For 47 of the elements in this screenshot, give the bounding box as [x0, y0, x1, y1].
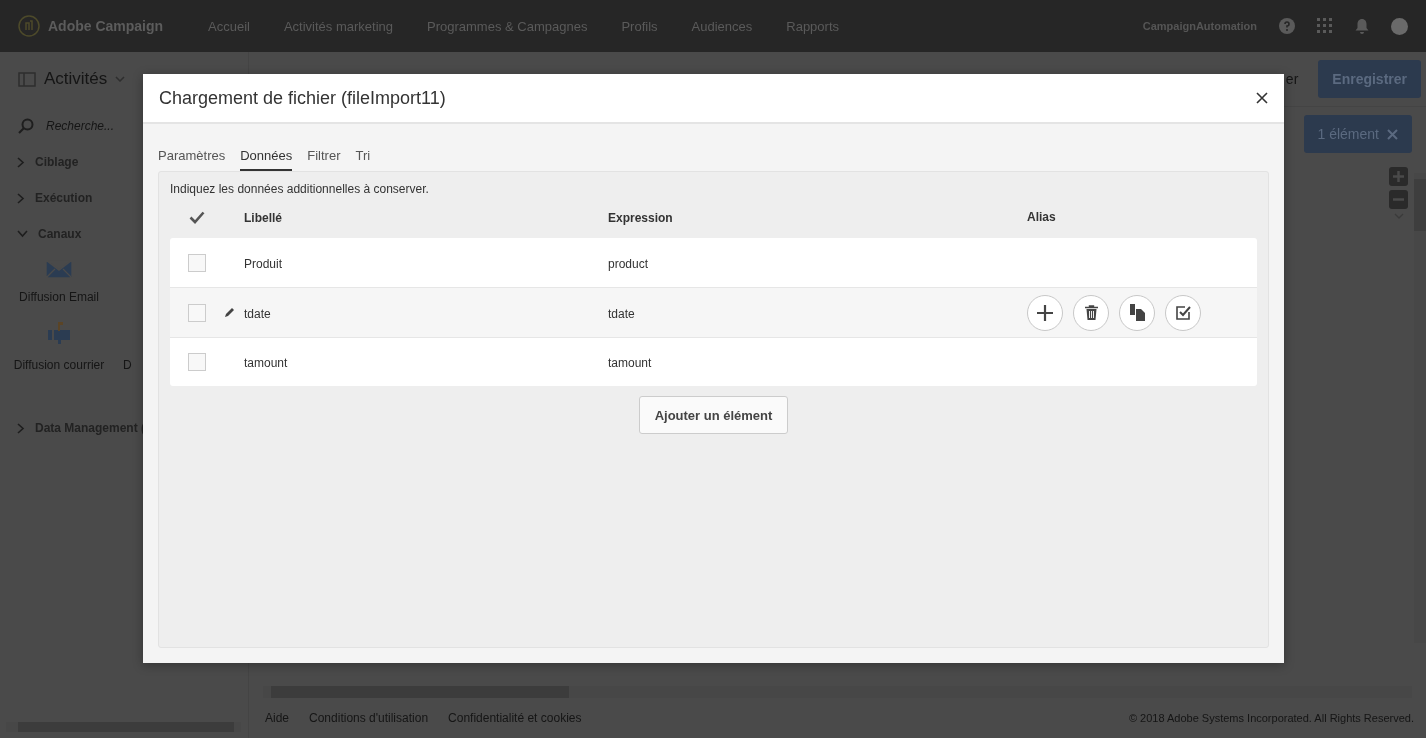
checkbox[interactable] — [188, 253, 206, 272]
chevron-right-icon[interactable] — [17, 156, 25, 168]
tab[interactable]: Filtrer — [307, 148, 341, 171]
help-icon[interactable] — [1279, 18, 1295, 34]
copy-icon — [1129, 304, 1145, 321]
dialog-title: Chargement de fichier (fileImport11) — [159, 87, 446, 109]
table-cell: tdate — [244, 306, 271, 321]
table-cell: Produit — [244, 256, 283, 271]
duplicate-button[interactable] — [1119, 294, 1155, 331]
table-cell: product — [608, 256, 649, 271]
column-header: Alias — [1027, 210, 1056, 224]
table-row[interactable]: tdate tdate — [170, 288, 1257, 338]
table-cell: tamount — [244, 356, 288, 370]
chevron-down-icon[interactable] — [17, 230, 28, 238]
checked-box-icon — [1175, 305, 1191, 320]
plus-icon — [1036, 303, 1054, 322]
add-item-button[interactable]: Ajouter un élément — [638, 396, 789, 434]
pencil-icon[interactable] — [224, 307, 235, 318]
checkmark-icon[interactable] — [189, 210, 205, 224]
avatar[interactable] — [1391, 17, 1408, 35]
envelope-icon[interactable] — [46, 260, 72, 278]
zoom-in-icon[interactable] — [1389, 167, 1408, 186]
delete-button[interactable] — [1073, 294, 1109, 331]
panel-icon[interactable] — [18, 71, 36, 87]
table-cell: tamount — [608, 356, 652, 370]
chevron-right-icon[interactable] — [17, 422, 25, 434]
tab[interactable]: Tri — [355, 148, 371, 171]
chevron-down-icon[interactable] — [115, 76, 126, 82]
apps-grid-icon[interactable] — [1317, 18, 1333, 34]
bell-icon[interactable] — [1355, 18, 1369, 34]
trash-icon — [1084, 305, 1098, 320]
checkbox[interactable] — [188, 303, 206, 322]
description-text: Indiquez les données additionnelles à conserver. — [170, 182, 430, 196]
table-row[interactable]: tamount tamount — [170, 338, 1257, 386]
select-button[interactable] — [1165, 294, 1201, 331]
checkbox[interactable] — [188, 353, 206, 371]
column-header: Libellé — [244, 211, 282, 225]
mailbox-icon[interactable] — [46, 320, 72, 346]
close-icon[interactable] — [1256, 92, 1268, 104]
search-icon — [18, 118, 34, 134]
zoom-out-icon[interactable] — [1389, 190, 1408, 209]
chevron-right-icon[interactable] — [17, 192, 25, 204]
column-header: Expression — [608, 211, 673, 225]
tab[interactable]: Paramètres — [158, 148, 226, 171]
add-button[interactable] — [1027, 294, 1063, 331]
table-cell: tdate — [608, 306, 635, 321]
logo-icon — [18, 15, 40, 37]
